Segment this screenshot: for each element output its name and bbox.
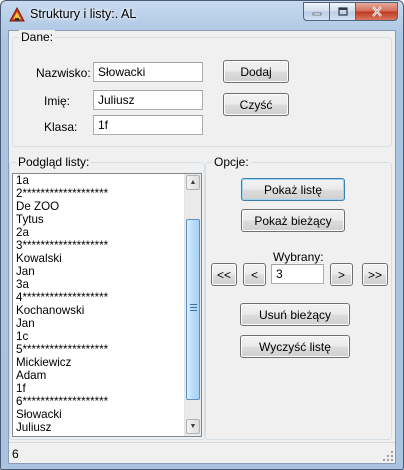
app-window: Struktury i listy:. AL Dane: Nazwisko: S…	[0, 0, 404, 470]
imie-field[interactable]: Juliusz	[93, 90, 203, 110]
list-item[interactable]: 5*******************	[16, 343, 184, 356]
first-button[interactable]: <<	[211, 263, 237, 286]
dane-group-label: Dane:	[19, 30, 56, 44]
opcje-group-label: Opcje:	[212, 155, 251, 169]
wybrany-label: Wybrany:	[273, 250, 324, 264]
list-item[interactable]: Kowalski	[16, 252, 184, 265]
list-item[interactable]: Juliusz	[16, 421, 184, 434]
list-item[interactable]: Jan	[16, 265, 184, 278]
maximize-icon	[337, 7, 348, 16]
close-icon	[371, 6, 382, 17]
title-bar[interactable]: Struktury i listy:. AL	[1, 1, 403, 29]
list-item[interactable]: 3a	[16, 278, 184, 291]
scroll-thumb[interactable]	[186, 219, 200, 400]
usun-biezacy-button[interactable]: Usuń bieżący	[240, 303, 350, 326]
imie-label: Imię:	[44, 94, 71, 108]
minimize-button[interactable]	[303, 2, 329, 21]
klasa-label: Klasa:	[44, 120, 78, 134]
scroll-down-icon: ▼	[189, 423, 197, 430]
list-scrollbar[interactable]: ▲ ▼	[184, 174, 201, 436]
list-item[interactable]: 1c	[16, 330, 184, 343]
scroll-up-button[interactable]: ▲	[186, 175, 200, 190]
minimize-icon	[312, 12, 321, 15]
list-item[interactable]: 6*******************	[16, 395, 184, 408]
list-item[interactable]: 3*******************	[16, 239, 184, 252]
list-item[interactable]: De ZOO	[16, 200, 184, 213]
wybrany-field[interactable]: 3	[271, 264, 324, 284]
list-item[interactable]: 2a	[16, 226, 184, 239]
list-item[interactable]: 1a	[16, 174, 184, 187]
klasa-field[interactable]: 1f	[93, 115, 203, 135]
wyczysc-liste-button[interactable]: Wyczyść listę	[240, 335, 350, 358]
list-items: 1a 2******************* De ZOO Tytus 2a 3****…	[16, 174, 184, 434]
maximize-button[interactable]	[329, 2, 355, 21]
status-count: 6	[12, 447, 19, 461]
prev-button[interactable]: <	[243, 263, 266, 286]
next-button[interactable]: >	[330, 263, 353, 286]
czysc-button[interactable]: Czyść	[223, 93, 289, 116]
list-item[interactable]: Adam	[16, 369, 184, 382]
window-title: Struktury i listy:. AL	[30, 7, 137, 21]
last-button[interactable]: >>	[362, 263, 388, 286]
dodaj-button[interactable]: Dodaj	[223, 60, 289, 83]
opcje-groupbox: Opcje:	[205, 155, 392, 440]
list-item[interactable]: Słowacki	[16, 408, 184, 421]
list-item[interactable]: Kochanowski	[16, 304, 184, 317]
scroll-down-button[interactable]: ▼	[186, 419, 200, 434]
podglad-listbox[interactable]: 1a 2******************* De ZOO Tytus 2a 3****…	[12, 173, 202, 437]
list-item[interactable]: 4*******************	[16, 291, 184, 304]
resize-grip-icon[interactable]	[382, 450, 394, 462]
pokaz-liste-button[interactable]: Pokaż listę	[241, 178, 345, 201]
list-item[interactable]: 2*******************	[16, 187, 184, 200]
nazwisko-field[interactable]: Słowacki	[93, 62, 203, 82]
list-item[interactable]: 1f	[16, 382, 184, 395]
list-item[interactable]: Mickiewicz	[16, 356, 184, 369]
app-icon	[9, 7, 25, 22]
pokaz-biezacy-button[interactable]: Pokaż bieżący	[241, 209, 345, 232]
client-area: Dane: Nazwisko: Słowacki Imię: Juliusz K…	[8, 30, 396, 464]
podglad-group-label: Podgląd listy:	[16, 155, 92, 169]
close-button[interactable]	[355, 2, 398, 21]
nazwisko-label: Nazwisko:	[36, 66, 91, 80]
list-item[interactable]: Tytus	[16, 213, 184, 226]
list-item[interactable]: Jan	[16, 317, 184, 330]
scroll-up-icon: ▲	[189, 179, 197, 186]
status-bar: 6	[9, 442, 395, 463]
scroll-grip-icon	[190, 304, 197, 311]
